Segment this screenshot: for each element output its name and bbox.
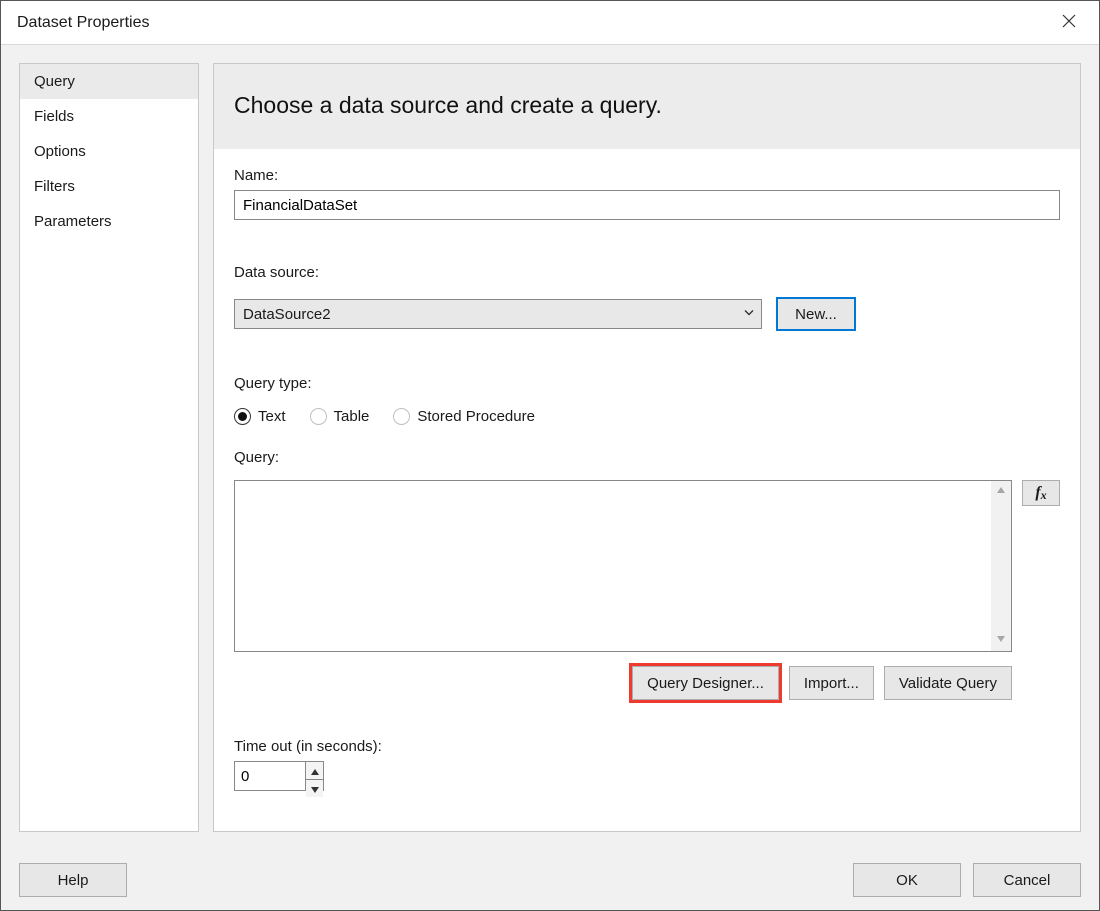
query-type-label: Query type: xyxy=(234,375,1060,392)
page-heading: Choose a data source and create a query. xyxy=(234,92,1060,119)
radio-label: Stored Procedure xyxy=(417,408,535,425)
radio-table[interactable]: Table xyxy=(310,408,370,425)
dialog-body: Query Fields Options Filters Parameters … xyxy=(1,45,1099,850)
help-button[interactable]: Help xyxy=(19,863,127,897)
scroll-up-icon xyxy=(995,483,1007,500)
sidebar-item-parameters[interactable]: Parameters xyxy=(20,204,198,239)
expression-button[interactable]: fx xyxy=(1022,480,1060,506)
sidebar: Query Fields Options Filters Parameters xyxy=(19,63,199,832)
timeout-input[interactable] xyxy=(235,762,305,790)
radio-label: Table xyxy=(334,408,370,425)
name-label: Name: xyxy=(234,167,1060,184)
scrollbar[interactable] xyxy=(991,481,1011,651)
spin-up-button[interactable] xyxy=(306,762,323,780)
sidebar-item-label: Filters xyxy=(34,178,75,195)
new-data-source-button[interactable]: New... xyxy=(776,297,856,331)
radio-icon xyxy=(310,408,327,425)
query-label: Query: xyxy=(234,449,1060,466)
query-type-radio-group: Text Table Stored Procedure xyxy=(234,408,1060,425)
close-icon xyxy=(1062,14,1076,32)
sidebar-item-label: Options xyxy=(34,143,86,160)
radio-icon xyxy=(393,408,410,425)
caret-up-icon xyxy=(311,762,319,779)
data-source-label: Data source: xyxy=(234,264,1060,281)
sidebar-item-options[interactable]: Options xyxy=(20,134,198,169)
timeout-label: Time out (in seconds): xyxy=(234,738,1060,755)
cancel-button[interactable]: Cancel xyxy=(973,863,1081,897)
close-button[interactable] xyxy=(1049,3,1089,43)
name-input[interactable] xyxy=(234,190,1060,220)
sidebar-item-filters[interactable]: Filters xyxy=(20,169,198,204)
dialog-footer: Help OK Cancel xyxy=(1,850,1099,910)
ok-button[interactable]: OK xyxy=(853,863,961,897)
main-header: Choose a data source and create a query. xyxy=(214,64,1080,149)
sidebar-item-query[interactable]: Query xyxy=(20,64,198,99)
data-source-combo[interactable]: DataSource2 xyxy=(234,299,762,329)
import-button[interactable]: Import... xyxy=(789,666,874,700)
caret-down-icon xyxy=(311,780,319,797)
radio-label: Text xyxy=(258,408,286,425)
scroll-down-icon xyxy=(995,632,1007,649)
validate-query-button[interactable]: Validate Query xyxy=(884,666,1012,700)
sidebar-item-label: Parameters xyxy=(34,213,112,230)
radio-icon xyxy=(234,408,251,425)
chevron-down-icon xyxy=(743,306,755,323)
radio-text[interactable]: Text xyxy=(234,408,286,425)
titlebar: Dataset Properties xyxy=(1,1,1099,45)
sidebar-item-fields[interactable]: Fields xyxy=(20,99,198,134)
sidebar-item-label: Query xyxy=(34,73,75,90)
main-body: Name: Data source: DataSource2 New... xyxy=(214,149,1080,831)
query-designer-button[interactable]: Query Designer... xyxy=(632,666,779,700)
window-title: Dataset Properties xyxy=(17,14,1049,32)
query-textarea[interactable] xyxy=(234,480,1012,652)
radio-stored-procedure[interactable]: Stored Procedure xyxy=(393,408,535,425)
spin-down-button[interactable] xyxy=(306,780,323,797)
timeout-spinner[interactable] xyxy=(234,761,324,791)
data-source-value: DataSource2 xyxy=(243,306,331,323)
sidebar-item-label: Fields xyxy=(34,108,74,125)
main-panel: Choose a data source and create a query.… xyxy=(213,63,1081,832)
dataset-properties-dialog: Dataset Properties Query Fields Options … xyxy=(0,0,1100,911)
